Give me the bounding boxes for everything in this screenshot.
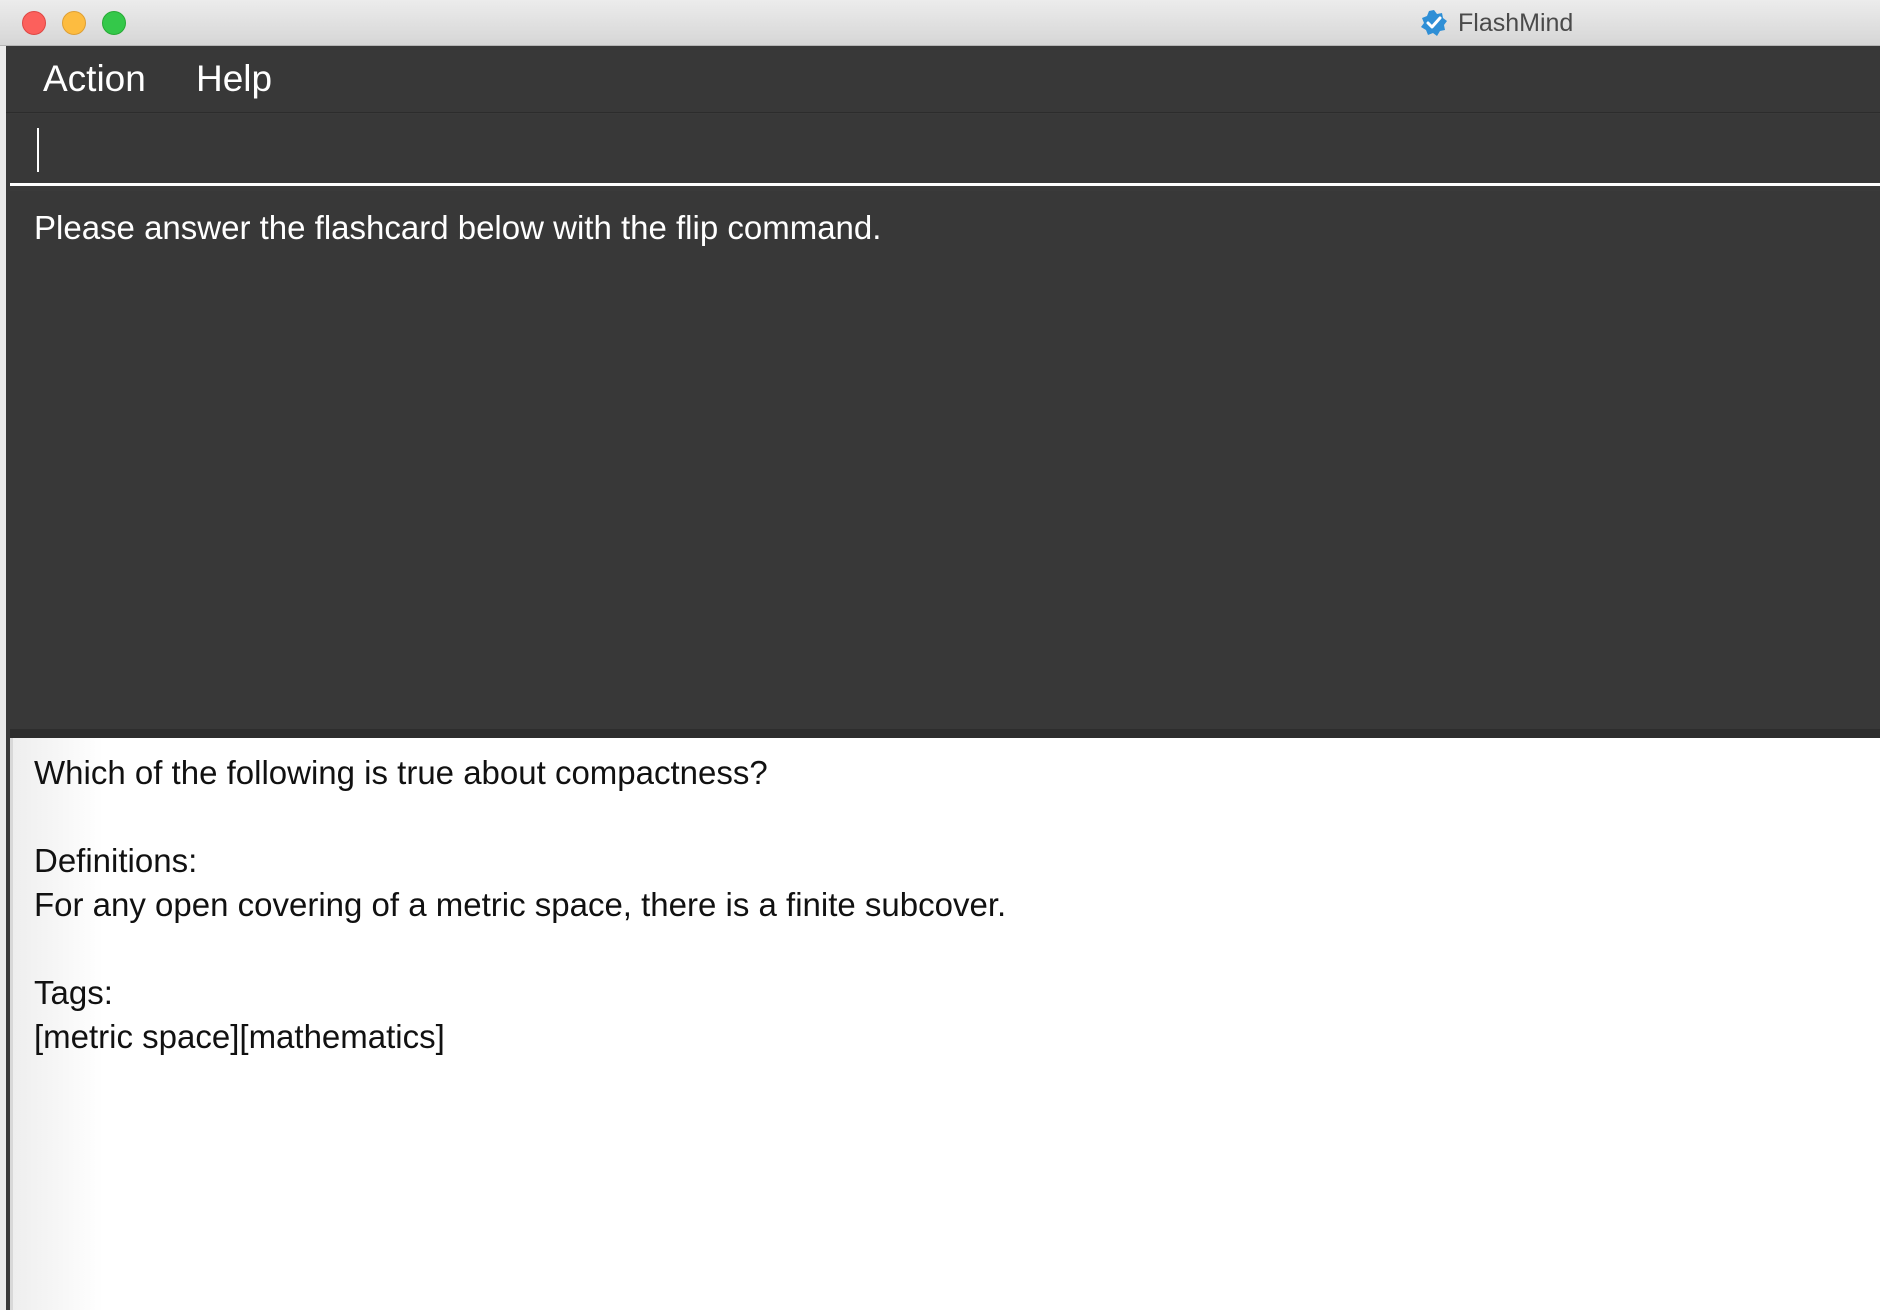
close-window-button[interactable] xyxy=(22,11,46,35)
result-message: Please answer the flashcard below with t… xyxy=(34,209,882,246)
app-content: Action Help Please answer the flashcard … xyxy=(6,46,1880,1310)
menu-bar: Action Help xyxy=(6,46,1880,113)
window-title: FlashMind xyxy=(1458,8,1574,37)
definitions-label: Definitions: xyxy=(34,842,198,879)
maximize-window-button[interactable] xyxy=(102,11,126,35)
tags-label: Tags: xyxy=(34,974,113,1011)
result-display: Please answer the flashcard below with t… xyxy=(10,191,1880,729)
app-window: FlashMind Action Help Please answer the … xyxy=(0,0,1880,1310)
minimize-window-button[interactable] xyxy=(62,11,86,35)
menu-help[interactable]: Help xyxy=(196,58,272,100)
panel-divider[interactable] xyxy=(10,729,1880,738)
command-input[interactable] xyxy=(10,114,1880,183)
window-title-group: FlashMind xyxy=(1420,8,1573,38)
card-tags: [metric space][mathematics] xyxy=(34,1018,445,1055)
card-question: Which of the following is true about com… xyxy=(34,754,768,791)
text-caret xyxy=(37,128,39,172)
flashmind-logo-icon xyxy=(1420,9,1448,37)
title-bar[interactable]: FlashMind xyxy=(0,0,1880,46)
command-box[interactable] xyxy=(10,114,1880,186)
menu-action[interactable]: Action xyxy=(43,58,146,100)
card-definition: For any open covering of a metric space,… xyxy=(34,886,1007,923)
flashcard-panel: Which of the following is true about com… xyxy=(10,738,1880,1310)
